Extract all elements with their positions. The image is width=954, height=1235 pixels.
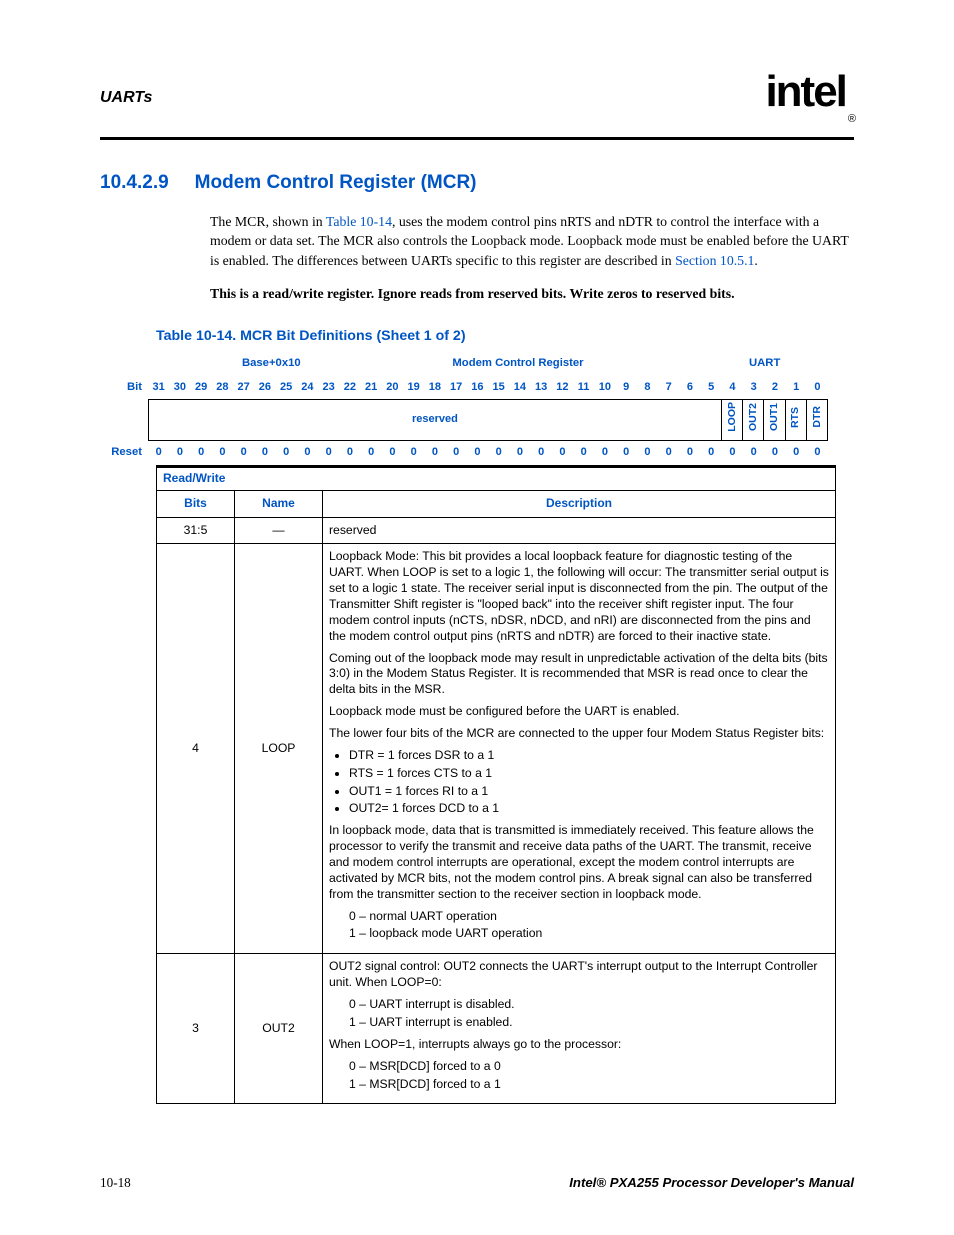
col-desc: Description (323, 490, 836, 517)
register-summary: Base+0x10 Modem Control Register UART Bi… (100, 356, 854, 465)
col-name: Name (235, 490, 323, 517)
link-section-10-5-1[interactable]: Section 10.5.1 (675, 253, 754, 268)
intro-paragraph: The MCR, shown in Table 10-14, uses the … (210, 212, 854, 270)
col-bits: Bits (157, 490, 235, 517)
row-loop: 4 LOOP Loopback Mode: This bit provides … (157, 544, 836, 954)
header-rule (100, 137, 854, 140)
reg-block: UART (641, 356, 888, 371)
field-rts: RTS (785, 399, 806, 440)
page-header: UARTs intel® (100, 68, 854, 127)
field-loop: LOOP (721, 399, 742, 440)
section-heading: 10.4.2.9 Modem Control Register (MCR) (100, 170, 854, 196)
field-out1: OUT1 (764, 399, 785, 440)
table-caption: Table 10-14. MCR Bit Definitions (Sheet … (156, 327, 854, 346)
page-footer: 10-18 Intel® PXA255 Processor Developer'… (100, 1174, 854, 1192)
reg-name: Modem Control Register (395, 356, 642, 371)
row-out2: 3 OUT2 OUT2 signal control: OUT2 connect… (157, 954, 836, 1104)
row-reserved: 31:5 — reserved (157, 517, 836, 544)
field-dtr: DTR (806, 399, 827, 440)
page-number: 10-18 (100, 1174, 131, 1192)
intel-logo: intel® (765, 62, 854, 121)
field-out2: OUT2 (743, 399, 764, 440)
section-number: 10.4.2.9 (100, 170, 169, 196)
link-table-10-14[interactable]: Table 10-14 (326, 214, 392, 229)
reset-row-label: Reset (100, 445, 148, 460)
bit-fields-row: reserved LOOP OUT2 OUT1 RTS DTR (148, 399, 828, 441)
doc-title: Intel® PXA255 Processor Developer's Manu… (569, 1174, 854, 1192)
reg-addr: Base+0x10 (148, 356, 395, 371)
section-name: UARTs (100, 87, 152, 109)
bit-row-label: Bit (100, 380, 148, 395)
rw-label: Read/Write (157, 467, 836, 491)
rw-note: This is a read/write register. Ignore re… (210, 284, 854, 303)
bit-numbers-row: 31302928 27262524 23222120 19181716 1514… (148, 378, 828, 397)
section-title: Modem Control Register (MCR) (195, 170, 477, 196)
reset-values-row: 0000 0000 0000 0000 0000 0000 0000 0000 (148, 441, 828, 466)
bit-definitions-table: Read/Write Bits Name Description 31:5 — … (156, 465, 836, 1104)
field-reserved: reserved (149, 399, 722, 440)
